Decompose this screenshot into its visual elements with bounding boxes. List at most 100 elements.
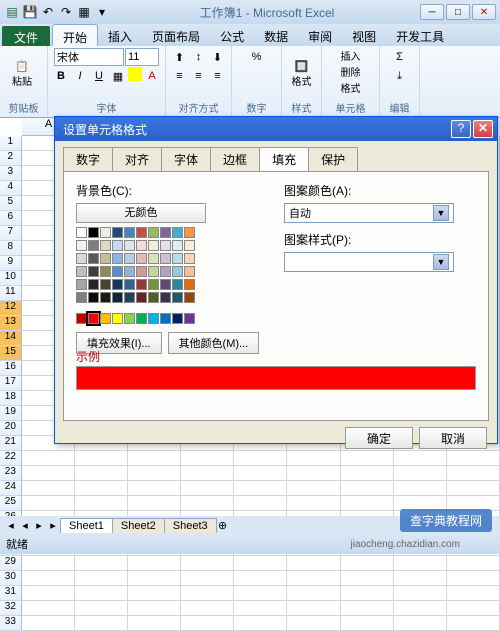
row-header[interactable]: 17 (0, 376, 22, 391)
cell[interactable] (394, 601, 447, 616)
sheet-tab[interactable]: Sheet3 (164, 518, 217, 533)
color-swatch[interactable] (160, 253, 171, 264)
color-swatch[interactable] (100, 313, 111, 324)
color-swatch[interactable] (112, 240, 123, 251)
color-swatch[interactable] (124, 313, 135, 324)
cell[interactable] (128, 616, 181, 631)
cell[interactable] (75, 481, 128, 496)
cell[interactable] (181, 481, 234, 496)
color-swatch[interactable] (88, 266, 99, 277)
color-swatch[interactable] (136, 253, 147, 264)
cell[interactable] (394, 481, 447, 496)
color-swatch[interactable] (184, 253, 195, 264)
align-left-icon[interactable]: ≡ (171, 67, 189, 85)
number-format-icon[interactable]: % (248, 48, 266, 66)
color-swatch[interactable] (172, 292, 183, 303)
tab-view[interactable]: 视图 (342, 24, 386, 46)
cell[interactable] (181, 571, 234, 586)
sheet-tab[interactable]: Sheet2 (112, 518, 165, 533)
dialog-close-button[interactable]: ✕ (473, 120, 493, 138)
tab-developer[interactable]: 开发工具 (386, 24, 454, 46)
row-header[interactable]: 20 (0, 421, 22, 436)
tab-formulas[interactable]: 公式 (210, 24, 254, 46)
cell[interactable] (341, 571, 394, 586)
dlg-tab-font[interactable]: 字体 (161, 147, 211, 171)
row-header[interactable]: 9 (0, 256, 22, 271)
color-swatch[interactable] (160, 227, 171, 238)
color-swatch[interactable] (88, 240, 99, 251)
row-header[interactable]: 1 (0, 136, 22, 151)
cell[interactable] (75, 616, 128, 631)
cell[interactable] (447, 556, 500, 571)
color-swatch[interactable] (100, 227, 111, 238)
color-swatch[interactable] (148, 313, 159, 324)
cell[interactable] (181, 601, 234, 616)
cell[interactable] (181, 586, 234, 601)
cells-delete[interactable]: 删除 (341, 64, 361, 79)
cell[interactable] (234, 466, 287, 481)
cell[interactable] (341, 466, 394, 481)
cell[interactable] (22, 616, 75, 631)
color-swatch[interactable] (172, 240, 183, 251)
color-swatch[interactable] (88, 313, 99, 324)
cell[interactable] (22, 496, 75, 511)
dlg-tab-number[interactable]: 数字 (63, 147, 113, 171)
color-swatch[interactable] (184, 240, 195, 251)
cells-format[interactable]: 格式 (341, 80, 361, 95)
color-swatch[interactable] (124, 266, 135, 277)
cell[interactable] (447, 466, 500, 481)
row-header[interactable]: 7 (0, 226, 22, 241)
color-swatch[interactable] (136, 240, 147, 251)
cell[interactable] (394, 586, 447, 601)
cell[interactable] (447, 571, 500, 586)
cell[interactable] (234, 571, 287, 586)
cell[interactable] (128, 601, 181, 616)
cell[interactable] (341, 586, 394, 601)
cell[interactable] (341, 496, 394, 511)
bold-button[interactable]: B (52, 67, 70, 85)
color-swatch[interactable] (100, 253, 111, 264)
dlg-tab-protect[interactable]: 保护 (308, 147, 358, 171)
cell[interactable] (394, 616, 447, 631)
sheet-add-icon[interactable]: ⊕ (216, 519, 230, 532)
cell[interactable] (287, 556, 340, 571)
row-header[interactable]: 3 (0, 166, 22, 181)
row-header[interactable]: 11 (0, 286, 22, 301)
chevron-down-icon[interactable]: ▼ (433, 205, 449, 221)
cell[interactable] (287, 481, 340, 496)
cell[interactable] (234, 556, 287, 571)
cell[interactable] (22, 601, 75, 616)
cell[interactable] (75, 556, 128, 571)
color-swatch[interactable] (136, 279, 147, 290)
row-header[interactable]: 6 (0, 211, 22, 226)
close-button[interactable]: ✕ (472, 4, 496, 20)
cell[interactable] (22, 481, 75, 496)
autosum-icon[interactable]: Σ (391, 48, 409, 66)
pattern-color-combo[interactable]: 自动 ▼ (284, 203, 454, 223)
tab-insert[interactable]: 插入 (98, 24, 142, 46)
color-swatch[interactable] (112, 253, 123, 264)
font-size-input[interactable] (125, 48, 159, 66)
cell[interactable] (341, 556, 394, 571)
color-swatch[interactable] (112, 279, 123, 290)
color-swatch[interactable] (124, 279, 135, 290)
row-header[interactable]: 10 (0, 271, 22, 286)
color-swatch[interactable] (136, 313, 147, 324)
sheet-tab[interactable]: Sheet1 (60, 518, 113, 533)
cell[interactable] (181, 496, 234, 511)
minimize-button[interactable]: ─ (420, 4, 444, 20)
cancel-button[interactable]: 取消 (419, 427, 487, 449)
cell[interactable] (234, 481, 287, 496)
color-swatch[interactable] (88, 227, 99, 238)
color-swatch[interactable] (136, 292, 147, 303)
color-swatch[interactable] (100, 279, 111, 290)
cell[interactable] (128, 586, 181, 601)
row-header[interactable]: 21 (0, 436, 22, 451)
color-swatch[interactable] (124, 292, 135, 303)
color-swatch[interactable] (148, 292, 159, 303)
cell[interactable] (22, 586, 75, 601)
row-header[interactable]: 2 (0, 151, 22, 166)
row-header[interactable]: 32 (0, 601, 22, 616)
color-swatch[interactable] (172, 227, 183, 238)
color-swatch[interactable] (136, 227, 147, 238)
